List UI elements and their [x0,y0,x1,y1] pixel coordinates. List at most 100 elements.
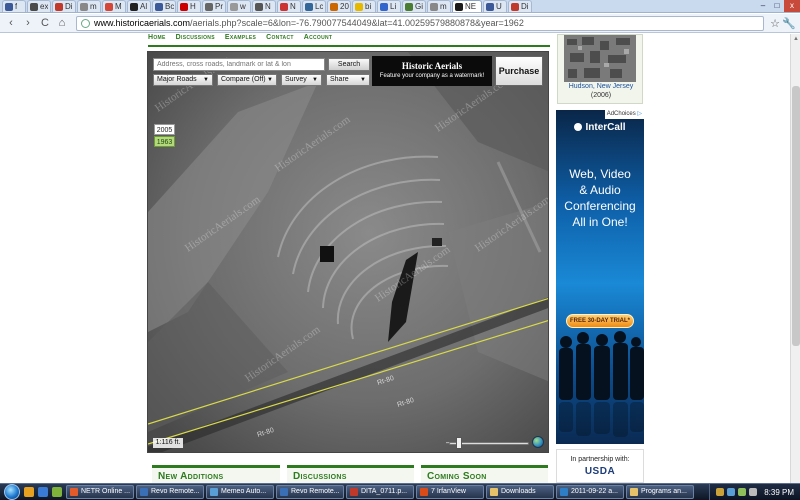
maximize-button[interactable]: □ [770,0,784,12]
start-button[interactable] [4,484,20,500]
compare-label: Compare (Off) [221,76,266,83]
year-1963-button[interactable]: 1963 [154,136,175,147]
browser-tab[interactable]: f [2,0,26,12]
bookmark-star-icon[interactable]: ☆ [768,17,782,30]
browser-tab[interactable]: Al [127,0,151,12]
nav-home[interactable]: Home [148,34,166,41]
ad-line-3: Conferencing [564,199,636,213]
task-label: Revo Remote... [151,488,200,495]
taskbar-button[interactable]: NETR Online ... [66,485,134,499]
year-2005-button[interactable]: 2005 [154,124,175,135]
share-dropdown[interactable]: Share ▼ [326,74,370,86]
browser-tab[interactable]: Lc [302,0,326,12]
tray-icon[interactable] [749,488,758,496]
tab-favicon-icon [105,2,113,11]
nav-account[interactable]: Account [304,34,333,41]
tray-icon[interactable] [727,488,736,496]
browser-tab[interactable]: bi [352,0,376,12]
browser-tab[interactable]: Pr [202,0,226,12]
back-button[interactable]: ‹ [4,16,18,30]
minimize-button[interactable]: – [756,0,770,12]
search-button[interactable]: Search [328,58,370,71]
tab-favicon-icon [486,2,494,11]
taskbar-button[interactable]: Revo Remote... [136,485,204,499]
browser-tab[interactable]: NE [452,0,482,12]
adchoices-label: AdChoices [606,111,636,117]
intercall-ad[interactable]: AdChoices ▷ InterCall Web, Video & Audio… [556,110,644,444]
tab-favicon-icon [305,2,313,11]
close-button[interactable]: x [784,0,800,12]
tray-icon[interactable] [738,488,747,496]
zoom-slider-thumb[interactable] [456,437,463,449]
browser-tab[interactable]: m [77,0,101,12]
browser-tab[interactable]: ex [27,0,51,12]
thumbnail-caption: Hudson, New Jersey (2006) [558,82,644,100]
browser-tab[interactable]: m [427,0,451,12]
home-button[interactable]: ⌂ [55,16,69,30]
section-coming-soon-title: Coming Soon [427,471,487,482]
browser-tab[interactable]: M [102,0,126,12]
taskbar-button[interactable]: 7 IrfanView [416,485,484,499]
nav-discussions[interactable]: Discussions [176,34,215,41]
scroll-up-arrow-icon[interactable]: ▲ [791,34,800,44]
quick-launch-icon[interactable] [52,487,62,497]
scrollbar-thumb[interactable] [792,86,800,346]
browser-tab[interactable]: 20 [327,0,351,12]
task-app-icon [280,488,288,496]
wrench-icon[interactable]: 🔧 [782,17,796,30]
tab-favicon-icon [5,2,13,11]
taskbar-button[interactable]: 2011-09-22 a... [556,485,624,499]
browser-tab[interactable]: N [277,0,301,12]
purchase-button[interactable]: Purchase [495,56,543,86]
task-app-icon [490,488,498,496]
browser-tab[interactable]: Di [508,0,532,12]
taskbar-button[interactable]: Revo Remote... [276,485,344,499]
survey-dropdown[interactable]: Survey ▼ [281,74,322,86]
intercall-logo: InterCall [556,122,644,133]
task-app-icon [70,488,78,496]
globe-icon[interactable] [532,436,544,448]
major-roads-dropdown[interactable]: Major Roads ▼ [153,74,213,86]
caret-down-icon: ▼ [203,77,209,83]
browser-tab[interactable]: Gi [402,0,426,12]
thumbnail-image [564,35,636,82]
tab-favicon-icon [511,2,519,11]
tab-favicon-icon [155,2,163,11]
watermark-banner[interactable]: Historic Aerials Feature your company as… [372,56,492,86]
tab-title: N [290,2,296,11]
nav-examples[interactable]: Examples [225,34,256,41]
tab-title: ex [40,2,49,11]
adchoices-badge[interactable]: AdChoices ▷ [604,110,644,119]
reload-button[interactable]: C [38,16,52,30]
system-clock[interactable]: 8:39 PM [764,488,794,497]
taskbar-button[interactable]: Programs an... [626,485,694,499]
browser-tab[interactable]: H [177,0,201,12]
page-scrollbar[interactable]: ▲ [790,34,800,483]
compare-dropdown[interactable]: Compare (Off) ▼ [217,74,277,86]
tab-title: w [240,2,246,11]
taskbar-button[interactable]: Downloads [486,485,554,499]
tab-title: Bc [165,2,175,11]
forward-button[interactable]: › [21,16,35,30]
thumbnail-place[interactable]: Hudson, New Jersey [558,82,644,91]
nav-contact[interactable]: Contact [266,34,294,41]
browser-tab[interactable]: U [483,0,507,12]
browser-tab[interactable]: Di [52,0,76,12]
caret-down-icon: ▼ [267,77,273,83]
taskbar-button[interactable]: Memeo Auto... [206,485,274,499]
aerial-map[interactable]: HistoricAerials.com HistoricAerials.com … [147,51,549,453]
task-app-icon [630,488,638,496]
map-search-input[interactable] [153,58,325,71]
usda-logo[interactable]: USDA [557,466,643,477]
browser-tab[interactable]: Bc [152,0,176,12]
browser-tab[interactable]: N [252,0,276,12]
free-trial-button[interactable]: FREE 30-DAY TRIAL* [566,314,634,328]
taskbar-button[interactable]: DITA_0711.p... [346,485,414,499]
tray-icon[interactable] [716,488,725,496]
quick-launch-icon[interactable] [24,487,34,497]
quick-launch-icon[interactable] [38,487,48,497]
browser-tab[interactable]: Li [377,0,401,12]
featured-thumbnail[interactable]: Hudson, New Jersey (2006) [557,34,643,104]
browser-tab[interactable]: w [227,0,251,12]
address-bar[interactable]: www.historicaerials.com /aerials.php?sca… [76,15,764,31]
